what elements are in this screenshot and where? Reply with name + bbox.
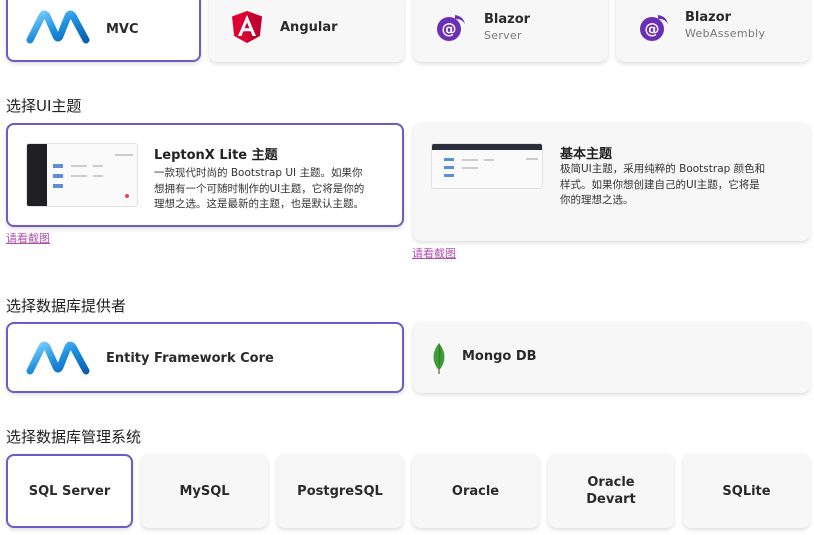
theme-title: LeptonX Lite 主题 [154, 148, 278, 163]
framework-label: Blazor [685, 10, 732, 25]
framework-option-blazor-wasm[interactable]: @ Blazor WebAssembly [616, 0, 810, 62]
dbms-option-sql-server[interactable]: SQL Server [6, 454, 133, 528]
dbms-label: PostgreSQL [297, 483, 383, 499]
dbms-heading: 选择数据库管理系统 [6, 428, 142, 446]
framework-label: Angular [280, 20, 338, 35]
basic-theme-screenshot-thumbnail [431, 143, 543, 189]
theme-description: 极简UI主题，采用纯粹的 Bootstrap 颜色和 样式。如果你想创建自己的U… [560, 162, 800, 209]
leptonx-lite-screenshot-thumbnail [26, 143, 138, 207]
dbms-option-sqlite[interactable]: SQLite [683, 454, 810, 528]
db-provider-option-ef-core[interactable]: Entity Framework Core [6, 322, 404, 393]
mongodb-leaf-icon [431, 342, 447, 378]
view-screenshot-link-basic[interactable]: 请看截图 [412, 245, 456, 261]
svg-text:@: @ [645, 20, 660, 38]
theme-description: 一款现代时尚的 Bootstrap UI 主题。如果你 想拥有一个可随时制作的U… [154, 166, 394, 213]
blazor-logo-icon: @ [433, 12, 467, 46]
theme-description-line: 理想之选。这是最新的主题，也是默认主题。 [154, 198, 364, 210]
framework-text: Blazor WebAssembly [685, 10, 765, 40]
framework-option-blazor-server[interactable]: @ Blazor Server [413, 0, 608, 62]
ui-theme-heading: 选择UI主题 [6, 97, 82, 115]
dbms-label: SQL Server [28, 483, 111, 499]
svg-text:@: @ [442, 20, 457, 38]
framework-option-angular[interactable]: Angular [209, 0, 404, 62]
dbms-option-postgresql[interactable]: PostgreSQL [277, 454, 403, 528]
db-provider-label: Mongo DB [462, 349, 537, 364]
angular-logo-icon [231, 10, 263, 48]
theme-description-line: 一款现代时尚的 Bootstrap UI 主题。如果你 [154, 167, 363, 179]
theme-option-leptonx-lite[interactable]: LeptonX Lite 主题 一款现代时尚的 Bootstrap UI 主题。… [6, 123, 404, 227]
db-provider-option-mongodb[interactable]: Mongo DB [413, 322, 810, 393]
dbms-option-oracle[interactable]: Oracle [412, 454, 539, 528]
dotnet-logo-icon [26, 10, 90, 48]
theme-option-basic[interactable]: 基本主题 极简UI主题，采用纯粹的 Bootstrap 颜色和 样式。如果你想创… [413, 123, 810, 241]
theme-description-line: 你的理想之选。 [560, 194, 634, 206]
framework-sublabel: Server [484, 29, 522, 42]
dbms-option-oracle-devart[interactable]: Oracle Devart [548, 454, 674, 528]
blazor-logo-icon: @ [636, 12, 670, 46]
theme-description-line: 想拥有一个可随时制作的UI主题，它将是你的 [154, 182, 365, 195]
framework-text: Blazor Server [484, 12, 530, 42]
theme-description-line: 样式。如果你想创建自己的UI主题，它将是 [560, 178, 760, 191]
dbms-label: Oracle Devart [586, 475, 636, 507]
db-provider-label: Entity Framework Core [106, 351, 274, 366]
dotnet-logo-icon [26, 341, 90, 379]
dbms-label: Oracle [451, 483, 500, 499]
theme-description-line: 极简UI主题，采用纯粹的 Bootstrap 颜色和 [560, 163, 766, 175]
framework-label: MVC [106, 22, 139, 37]
db-provider-heading: 选择数据库提供者 [6, 297, 127, 315]
framework-sublabel: WebAssembly [685, 27, 766, 40]
dbms-label: MySQL [179, 483, 230, 499]
framework-label: Blazor [484, 12, 531, 27]
view-screenshot-link-leptonx[interactable]: 请看截图 [6, 230, 50, 246]
theme-text: LeptonX Lite 主题 一款现代时尚的 Bootstrap UI 主题。… [154, 144, 394, 213]
theme-title: 基本主题 [560, 147, 613, 162]
theme-text: 基本主题 极简UI主题，采用纯粹的 Bootstrap 颜色和 样式。如果你想创… [560, 143, 800, 209]
dbms-label: SQLite [722, 483, 771, 499]
framework-option-mvc[interactable]: MVC [6, 0, 201, 62]
dbms-option-mysql[interactable]: MySQL [141, 454, 268, 528]
